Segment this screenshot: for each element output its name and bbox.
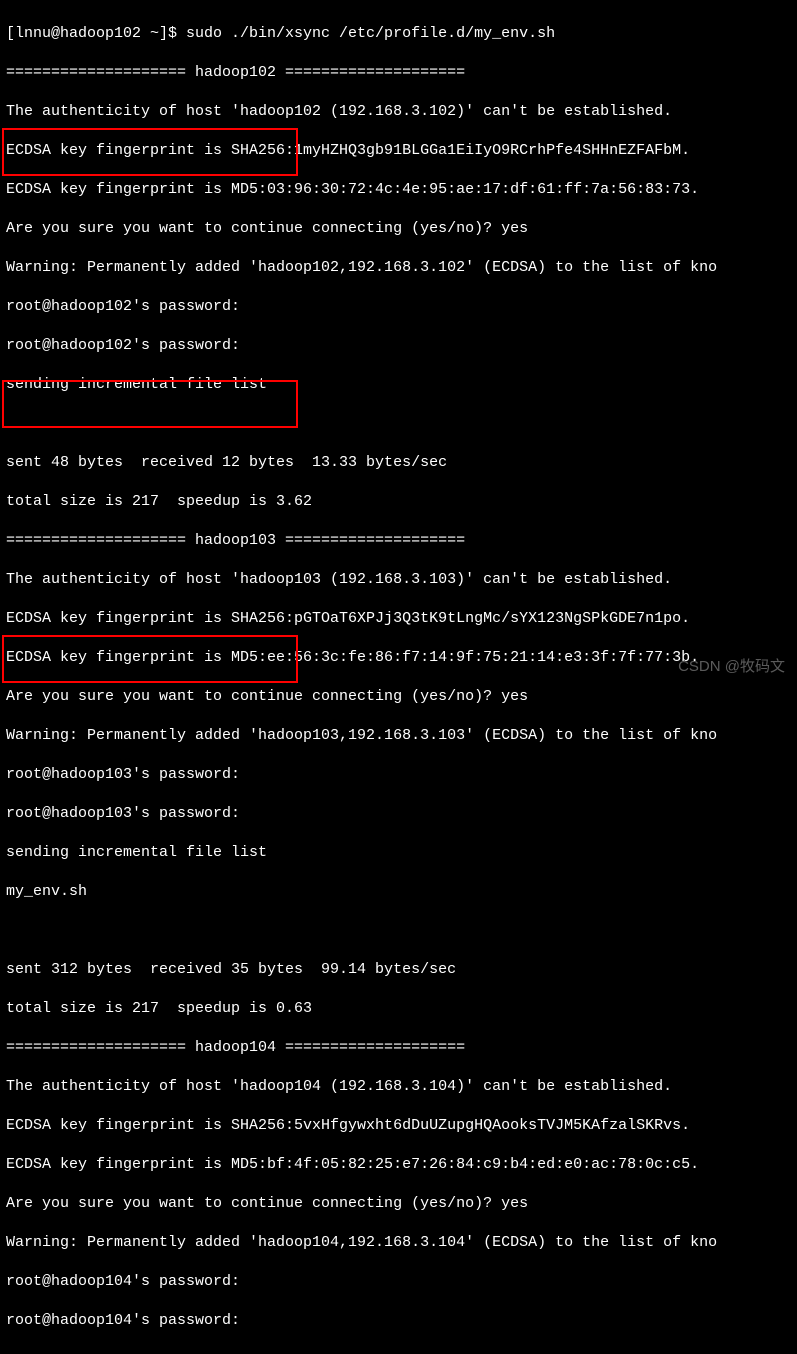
- host-header: ==================== hadoop104 =========…: [6, 1038, 791, 1058]
- fingerprint-sha: ECDSA key fingerprint is SHA256:pGTOaT6X…: [6, 609, 791, 629]
- fingerprint-sha: ECDSA key fingerprint is SHA256:5vxHfgyw…: [6, 1116, 791, 1136]
- password-prompt[interactable]: root@hadoop102's password:: [6, 336, 791, 356]
- blank-line: [6, 414, 791, 434]
- confirm-prompt[interactable]: Are you sure you want to continue connec…: [6, 1194, 791, 1214]
- fingerprint-md5: ECDSA key fingerprint is MD5:ee:56:3c:fe…: [6, 648, 791, 668]
- fingerprint-md5: ECDSA key fingerprint is MD5:03:96:30:72…: [6, 180, 791, 200]
- host-header: ==================== hadoop102 =========…: [6, 63, 791, 83]
- host-header: ==================== hadoop103 =========…: [6, 531, 791, 551]
- password-prompt[interactable]: root@hadoop103's password:: [6, 765, 791, 785]
- stats-line: total size is 217 speedup is 0.63: [6, 999, 791, 1019]
- command-prompt[interactable]: [lnnu@hadoop102 ~]$ sudo ./bin/xsync /et…: [6, 24, 791, 44]
- sending-line: sending incremental file list: [6, 843, 791, 863]
- password-prompt[interactable]: root@hadoop102's password:: [6, 297, 791, 317]
- password-prompt[interactable]: root@hadoop104's password:: [6, 1311, 791, 1331]
- file-line: my_env.sh: [6, 882, 791, 902]
- auth-line: The authenticity of host 'hadoop103 (192…: [6, 570, 791, 590]
- blank-line: [6, 921, 791, 941]
- auth-line: The authenticity of host 'hadoop104 (192…: [6, 1077, 791, 1097]
- fingerprint-md5: ECDSA key fingerprint is MD5:bf:4f:05:82…: [6, 1155, 791, 1175]
- password-prompt[interactable]: root@hadoop103's password:: [6, 804, 791, 824]
- confirm-prompt[interactable]: Are you sure you want to continue connec…: [6, 219, 791, 239]
- password-prompt[interactable]: root@hadoop104's password:: [6, 1272, 791, 1292]
- fingerprint-sha: ECDSA key fingerprint is SHA256:1myHZHQ3…: [6, 141, 791, 161]
- confirm-prompt[interactable]: Are you sure you want to continue connec…: [6, 687, 791, 707]
- stats-line: total size is 217 speedup is 3.62: [6, 492, 791, 512]
- auth-line: The authenticity of host 'hadoop102 (192…: [6, 102, 791, 122]
- warning-line: Warning: Permanently added 'hadoop102,19…: [6, 258, 791, 278]
- stats-line: sent 312 bytes received 35 bytes 99.14 b…: [6, 960, 791, 980]
- stats-line: sent 48 bytes received 12 bytes 13.33 by…: [6, 453, 791, 473]
- warning-line: Warning: Permanently added 'hadoop103,19…: [6, 726, 791, 746]
- sending-line: sending incremental file list: [6, 375, 791, 395]
- watermark-text: CSDN @牧码文: [678, 657, 785, 677]
- terminal-output: [lnnu@hadoop102 ~]$ sudo ./bin/xsync /et…: [0, 0, 797, 1354]
- warning-line: Warning: Permanently added 'hadoop104,19…: [6, 1233, 791, 1253]
